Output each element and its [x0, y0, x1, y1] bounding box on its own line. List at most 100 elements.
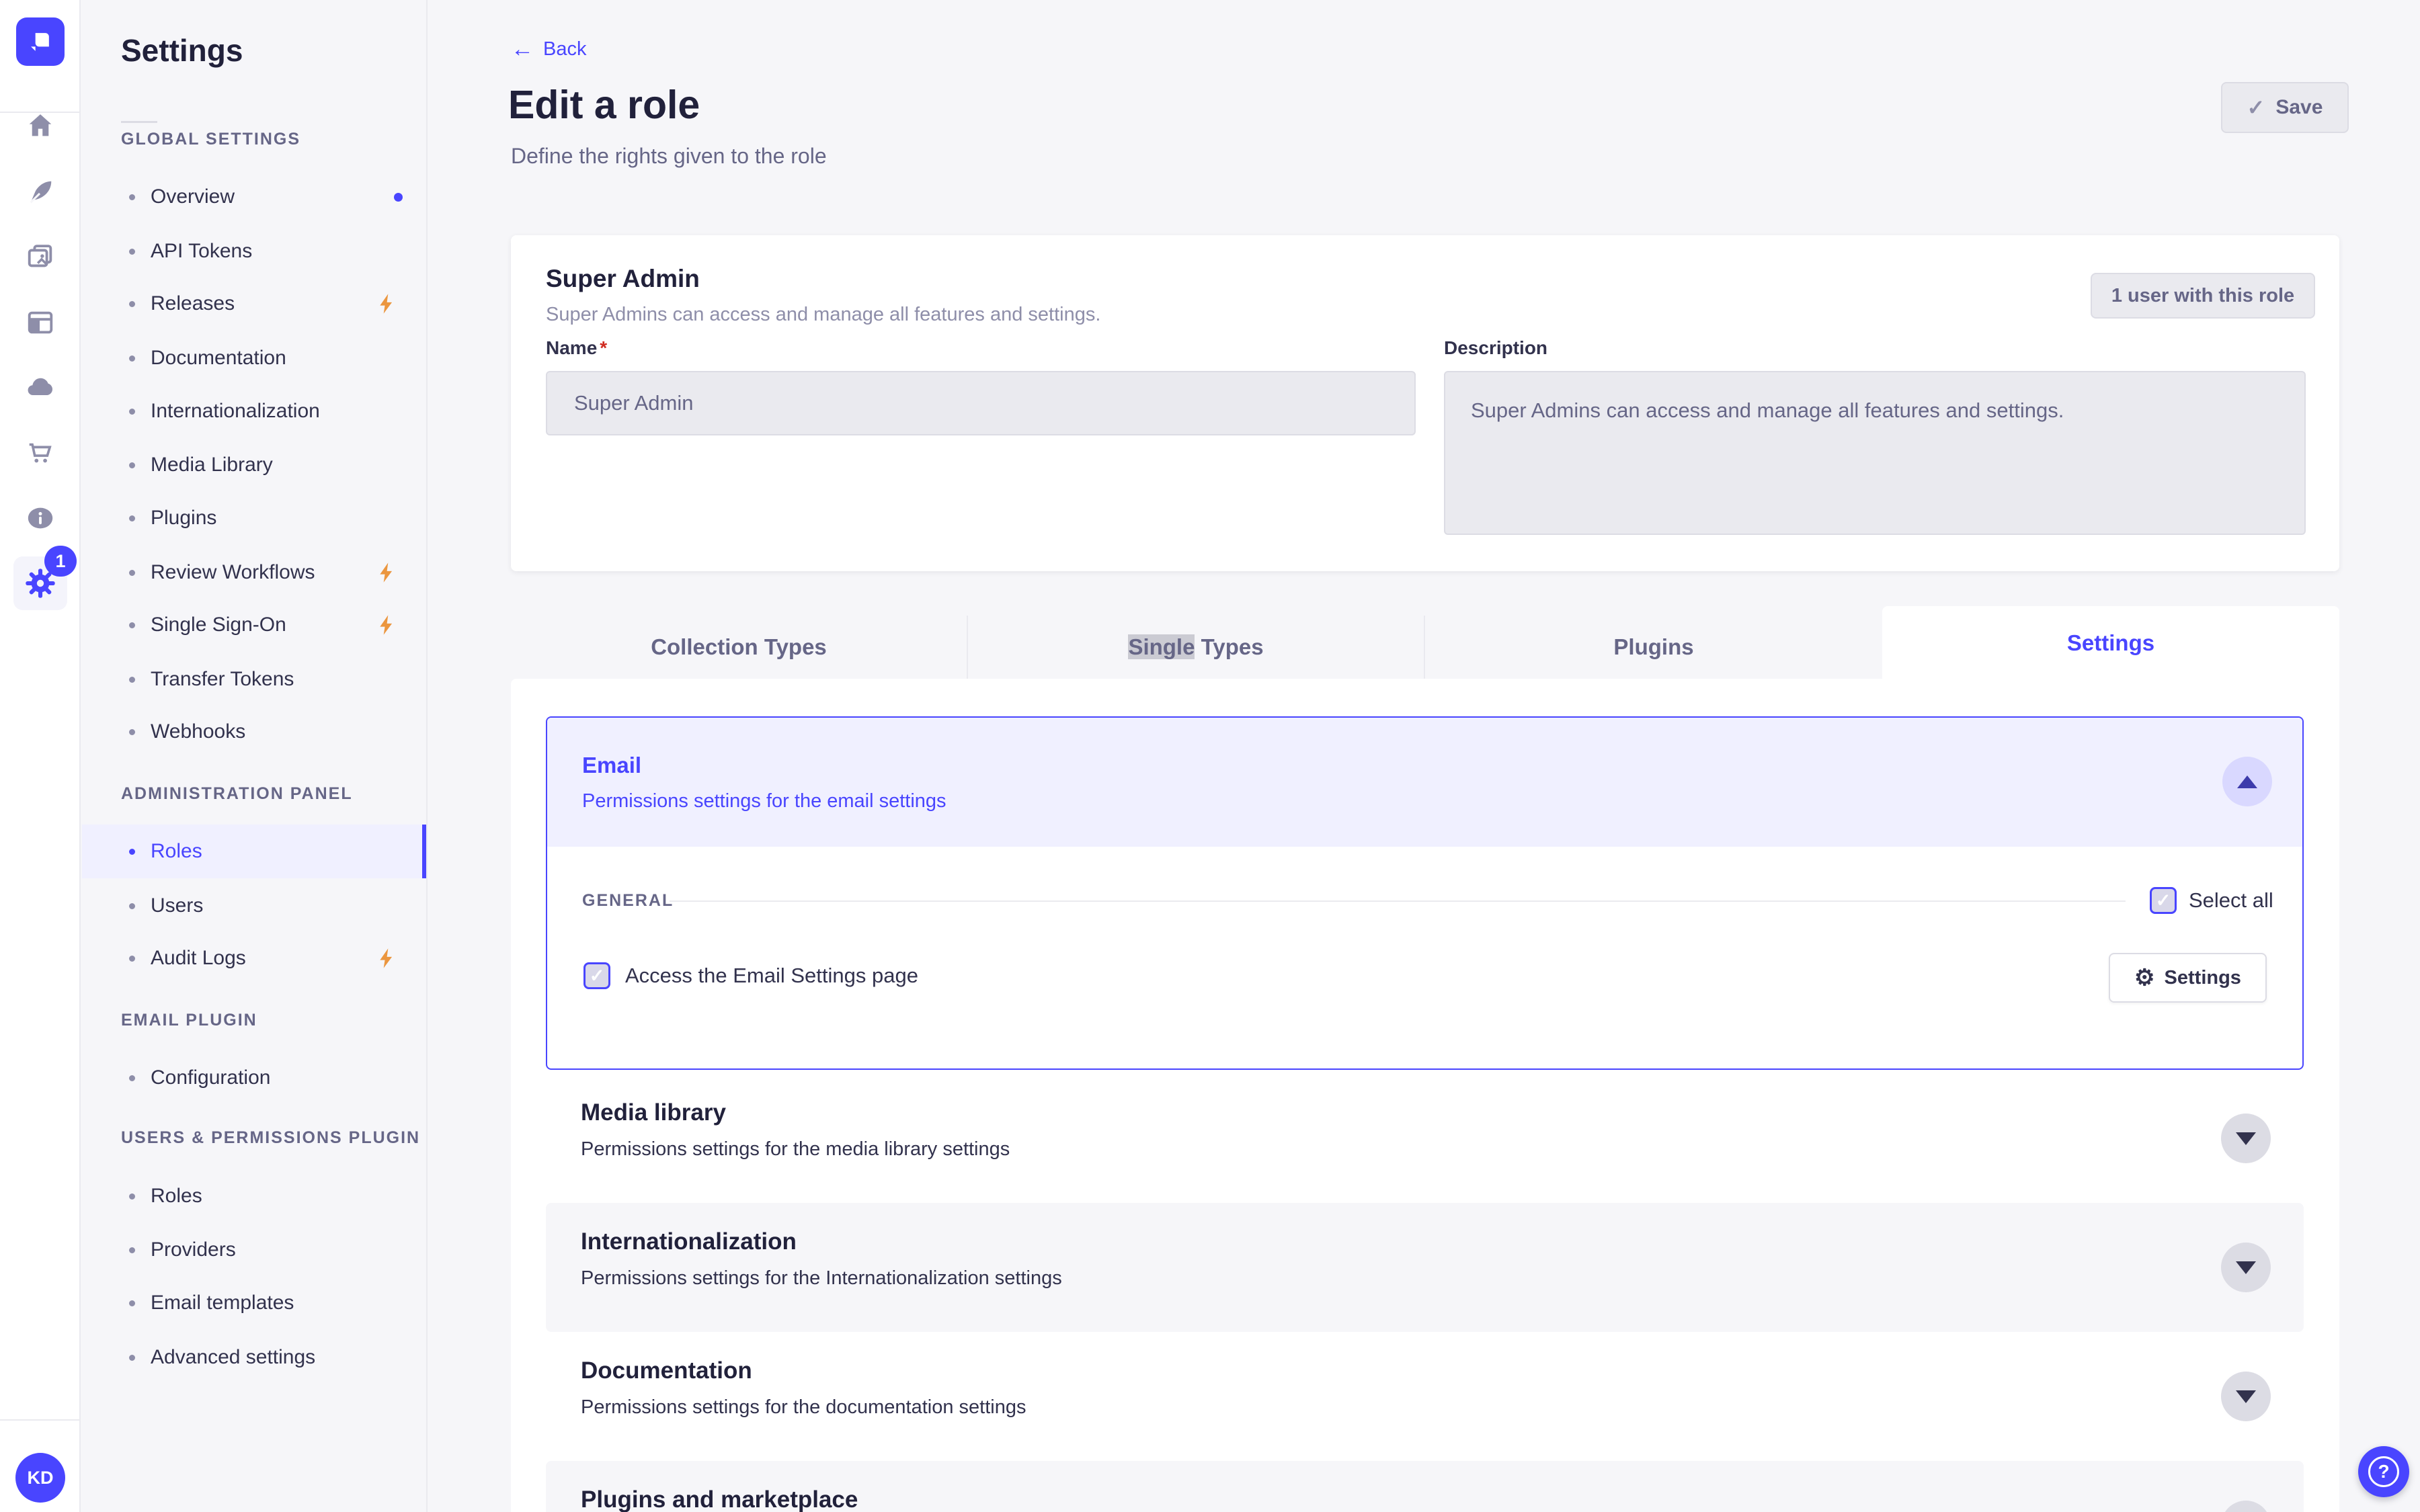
sidebar-item-advanced-settings[interactable]: Advanced settings	[82, 1331, 426, 1384]
tab-collection-types[interactable]: Collection Types	[511, 616, 968, 679]
bullet-icon	[129, 676, 135, 683]
lightning-icon	[380, 562, 393, 583]
lightning-icon	[380, 948, 393, 968]
save-button[interactable]: ✓ Save	[2221, 82, 2349, 133]
lightning-icon	[380, 615, 393, 635]
collapse-button[interactable]	[2222, 757, 2272, 806]
sidebar-item-single-sign-on[interactable]: Single Sign-On	[82, 598, 426, 652]
page-title: Edit a role	[508, 83, 700, 127]
permission-checkbox[interactable]: ✓	[583, 962, 610, 989]
select-all-control: ✓ Select all	[2150, 887, 2273, 914]
bullet-icon	[129, 355, 135, 362]
accordion-media-library[interactable]: Media library Permissions settings for t…	[546, 1074, 2304, 1203]
settings-subnav: Settings GLOBAL SETTINGS Overview API To…	[82, 0, 428, 1512]
section-header-email-plugin: EMAIL PLUGIN	[121, 1011, 257, 1030]
accordion-internationalization[interactable]: Internationalization Permissions setting…	[546, 1203, 2304, 1332]
sidebar-item-api-tokens[interactable]: API Tokens	[82, 224, 426, 278]
lightning-icon	[380, 294, 393, 314]
subnav-title: Settings	[121, 33, 243, 68]
bullet-icon	[129, 902, 135, 909]
rail-bottom-divider	[0, 1419, 81, 1421]
bullet-icon	[129, 955, 135, 962]
notification-dot-icon	[394, 193, 403, 202]
bullet-icon	[129, 569, 135, 576]
accordion-plugins-marketplace[interactable]: Plugins and marketplace	[546, 1461, 2304, 1512]
sidebar-item-roles-admin[interactable]: Roles	[82, 825, 426, 878]
sidebar-item-users[interactable]: Users	[82, 879, 426, 933]
tab-plugins[interactable]: Plugins	[1425, 616, 1882, 679]
strapi-logo[interactable]	[16, 17, 65, 66]
home-icon[interactable]	[13, 99, 67, 153]
help-button[interactable]: ?	[2358, 1446, 2409, 1497]
bullet-icon	[129, 248, 135, 255]
name-input[interactable]: Super Admin	[546, 371, 1416, 435]
accordion-documentation[interactable]: Documentation Permissions settings for t…	[546, 1332, 2304, 1461]
sidebar-item-releases[interactable]: Releases	[82, 277, 426, 331]
description-textarea[interactable]: Super Admins can access and manage all f…	[1444, 371, 2306, 535]
section-header-global-settings: GLOBAL SETTINGS	[121, 130, 301, 149]
sidebar-item-configuration[interactable]: Configuration	[82, 1051, 426, 1105]
general-section-label: GENERAL	[582, 891, 674, 910]
sidebar-item-review-workflows[interactable]: Review Workflows	[82, 546, 426, 599]
accordion-email-header[interactable]: Email Permissions settings for the email…	[547, 718, 2302, 847]
layout-icon[interactable]	[13, 296, 67, 349]
accordion-email-subtitle: Permissions settings for the email setti…	[582, 790, 946, 812]
bullet-icon	[129, 462, 135, 468]
sidebar-item-roles-up[interactable]: Roles	[82, 1169, 426, 1223]
page-subtitle: Define the rights given to the role	[511, 144, 827, 168]
role-description-text: Super Admins can access and manage all f…	[546, 304, 1101, 325]
marketplace-cart-icon[interactable]	[13, 426, 67, 480]
users-with-role-button[interactable]: 1 user with this role	[2091, 273, 2315, 319]
sidebar-item-documentation[interactable]: Documentation	[82, 331, 426, 385]
email-settings-button[interactable]: ⚙ Settings	[2109, 953, 2267, 1003]
description-field-label: Description	[1444, 337, 1548, 358]
bullet-icon	[129, 408, 135, 415]
select-all-label: Select all	[2189, 888, 2273, 912]
sidebar-item-overview[interactable]: Overview	[82, 170, 426, 224]
back-arrow-icon: ←	[511, 36, 534, 62]
user-avatar[interactable]: KD	[15, 1453, 65, 1503]
bullet-icon	[129, 1193, 135, 1200]
media-library-icon[interactable]	[13, 230, 67, 284]
accordion-email: Email Permissions settings for the email…	[546, 716, 2304, 1070]
strapi-logo-icon	[31, 33, 49, 51]
sidebar-item-plugins[interactable]: Plugins	[82, 491, 426, 545]
section-header-administration-panel: ADMINISTRATION PANEL	[121, 784, 353, 803]
sidebar-item-audit-logs[interactable]: Audit Logs	[82, 931, 426, 985]
bullet-icon	[129, 194, 135, 200]
sidebar-item-email-templates[interactable]: Email templates	[82, 1276, 426, 1330]
question-mark-icon: ?	[2368, 1456, 2399, 1487]
bullet-icon	[129, 515, 135, 521]
sidebar-item-providers[interactable]: Providers	[82, 1223, 426, 1277]
tab-settings[interactable]: Settings	[1882, 606, 2339, 680]
permission-label: Access the Email Settings page	[625, 964, 918, 987]
chevron-up-icon	[2237, 775, 2257, 788]
chevron-down-icon	[2236, 1261, 2256, 1274]
name-field-label: Name *	[546, 337, 608, 358]
sidebar-item-transfer-tokens[interactable]: Transfer Tokens	[82, 653, 426, 706]
content-type-builder-icon[interactable]	[13, 165, 67, 219]
permission-item: ✓ Access the Email Settings page	[583, 962, 918, 989]
expand-button[interactable]	[2221, 1372, 2271, 1421]
sidebar-item-media-library[interactable]: Media Library	[82, 438, 426, 492]
general-section-divider	[670, 900, 2126, 902]
bullet-icon	[129, 1075, 135, 1081]
sidebar-item-webhooks[interactable]: Webhooks	[82, 705, 426, 759]
tab-single-types[interactable]: Single Types	[968, 616, 1425, 679]
chevron-down-icon	[2236, 1132, 2256, 1145]
expand-button[interactable]	[2221, 1243, 2271, 1292]
expand-button[interactable]	[2221, 1114, 2271, 1163]
cloud-icon[interactable]	[13, 361, 67, 415]
sidebar-item-internationalization[interactable]: Internationalization	[82, 384, 426, 438]
icon-rail: 1 KD	[0, 0, 81, 1512]
expand-button[interactable]	[2221, 1501, 2271, 1512]
settings-permissions-panel: Email Permissions settings for the email…	[511, 679, 2339, 1512]
select-all-checkbox[interactable]: ✓	[2150, 887, 2177, 914]
selected-text: Single	[1128, 634, 1195, 659]
subnav-divider	[121, 121, 157, 123]
information-icon[interactable]	[13, 491, 67, 545]
gear-icon: ⚙	[2134, 965, 2155, 991]
bullet-icon	[129, 848, 135, 855]
role-details-card: Super Admin Super Admins can access and …	[511, 235, 2339, 571]
back-link[interactable]: ← Back	[511, 38, 586, 60]
